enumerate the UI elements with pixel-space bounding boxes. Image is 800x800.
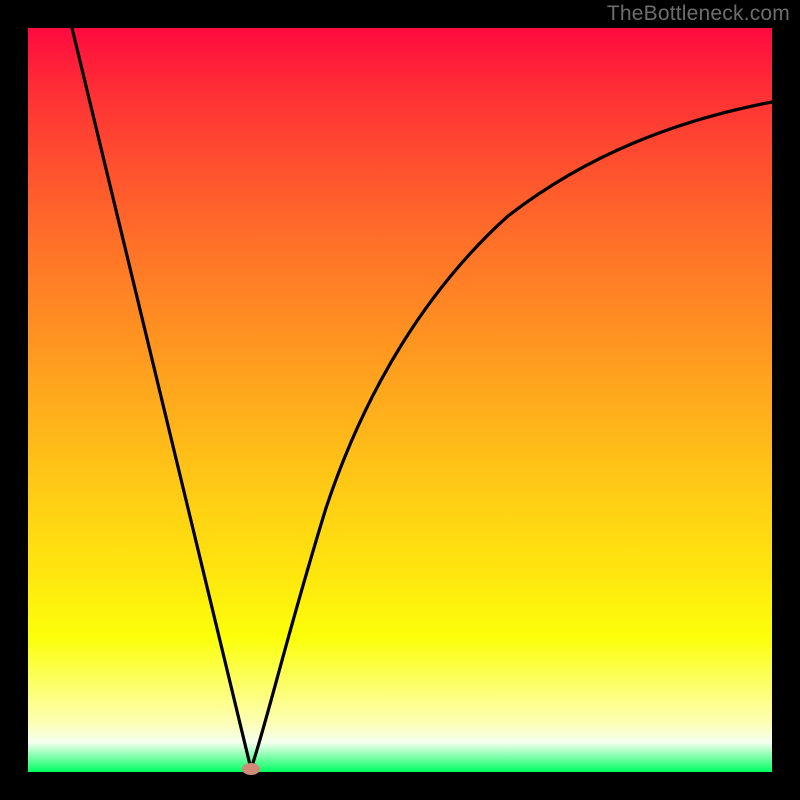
curve-left-branch (72, 28, 251, 769)
minimum-marker (242, 763, 260, 775)
curve-right-branch (251, 102, 772, 769)
watermark-text: TheBottleneck.com (607, 2, 790, 26)
plot-area (28, 28, 772, 772)
bottleneck-curve (28, 28, 772, 772)
chart-frame: TheBottleneck.com (0, 0, 800, 800)
